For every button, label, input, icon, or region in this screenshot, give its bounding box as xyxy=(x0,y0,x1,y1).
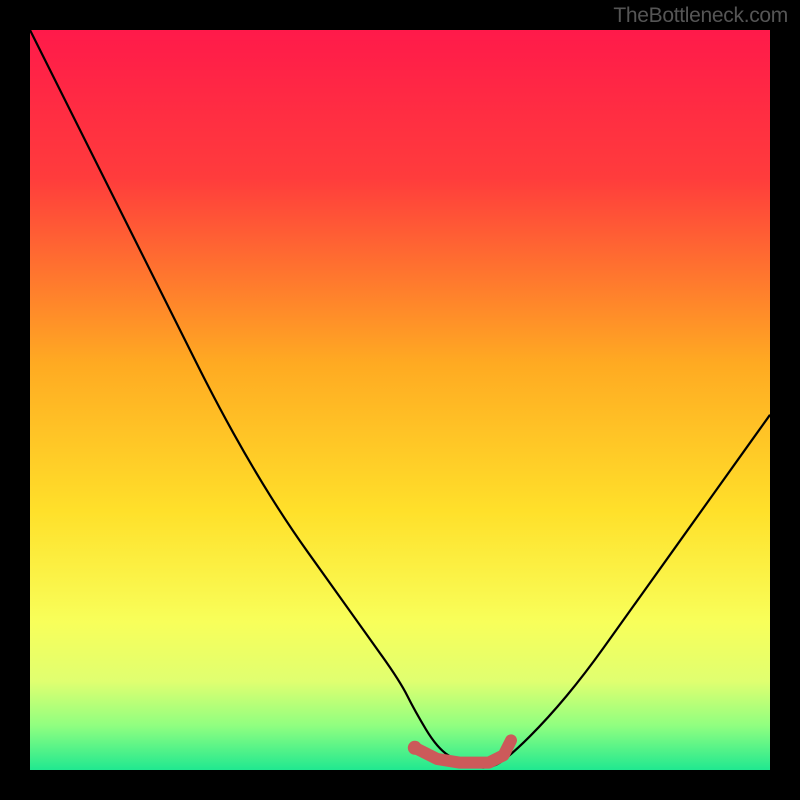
curve-layer xyxy=(30,30,770,770)
plot-area xyxy=(30,30,770,770)
optimal-range-marker xyxy=(415,740,511,762)
bottleneck-curve xyxy=(30,30,770,768)
attribution-label: TheBottleneck.com xyxy=(613,4,788,28)
optimal-start-dot xyxy=(408,741,422,755)
